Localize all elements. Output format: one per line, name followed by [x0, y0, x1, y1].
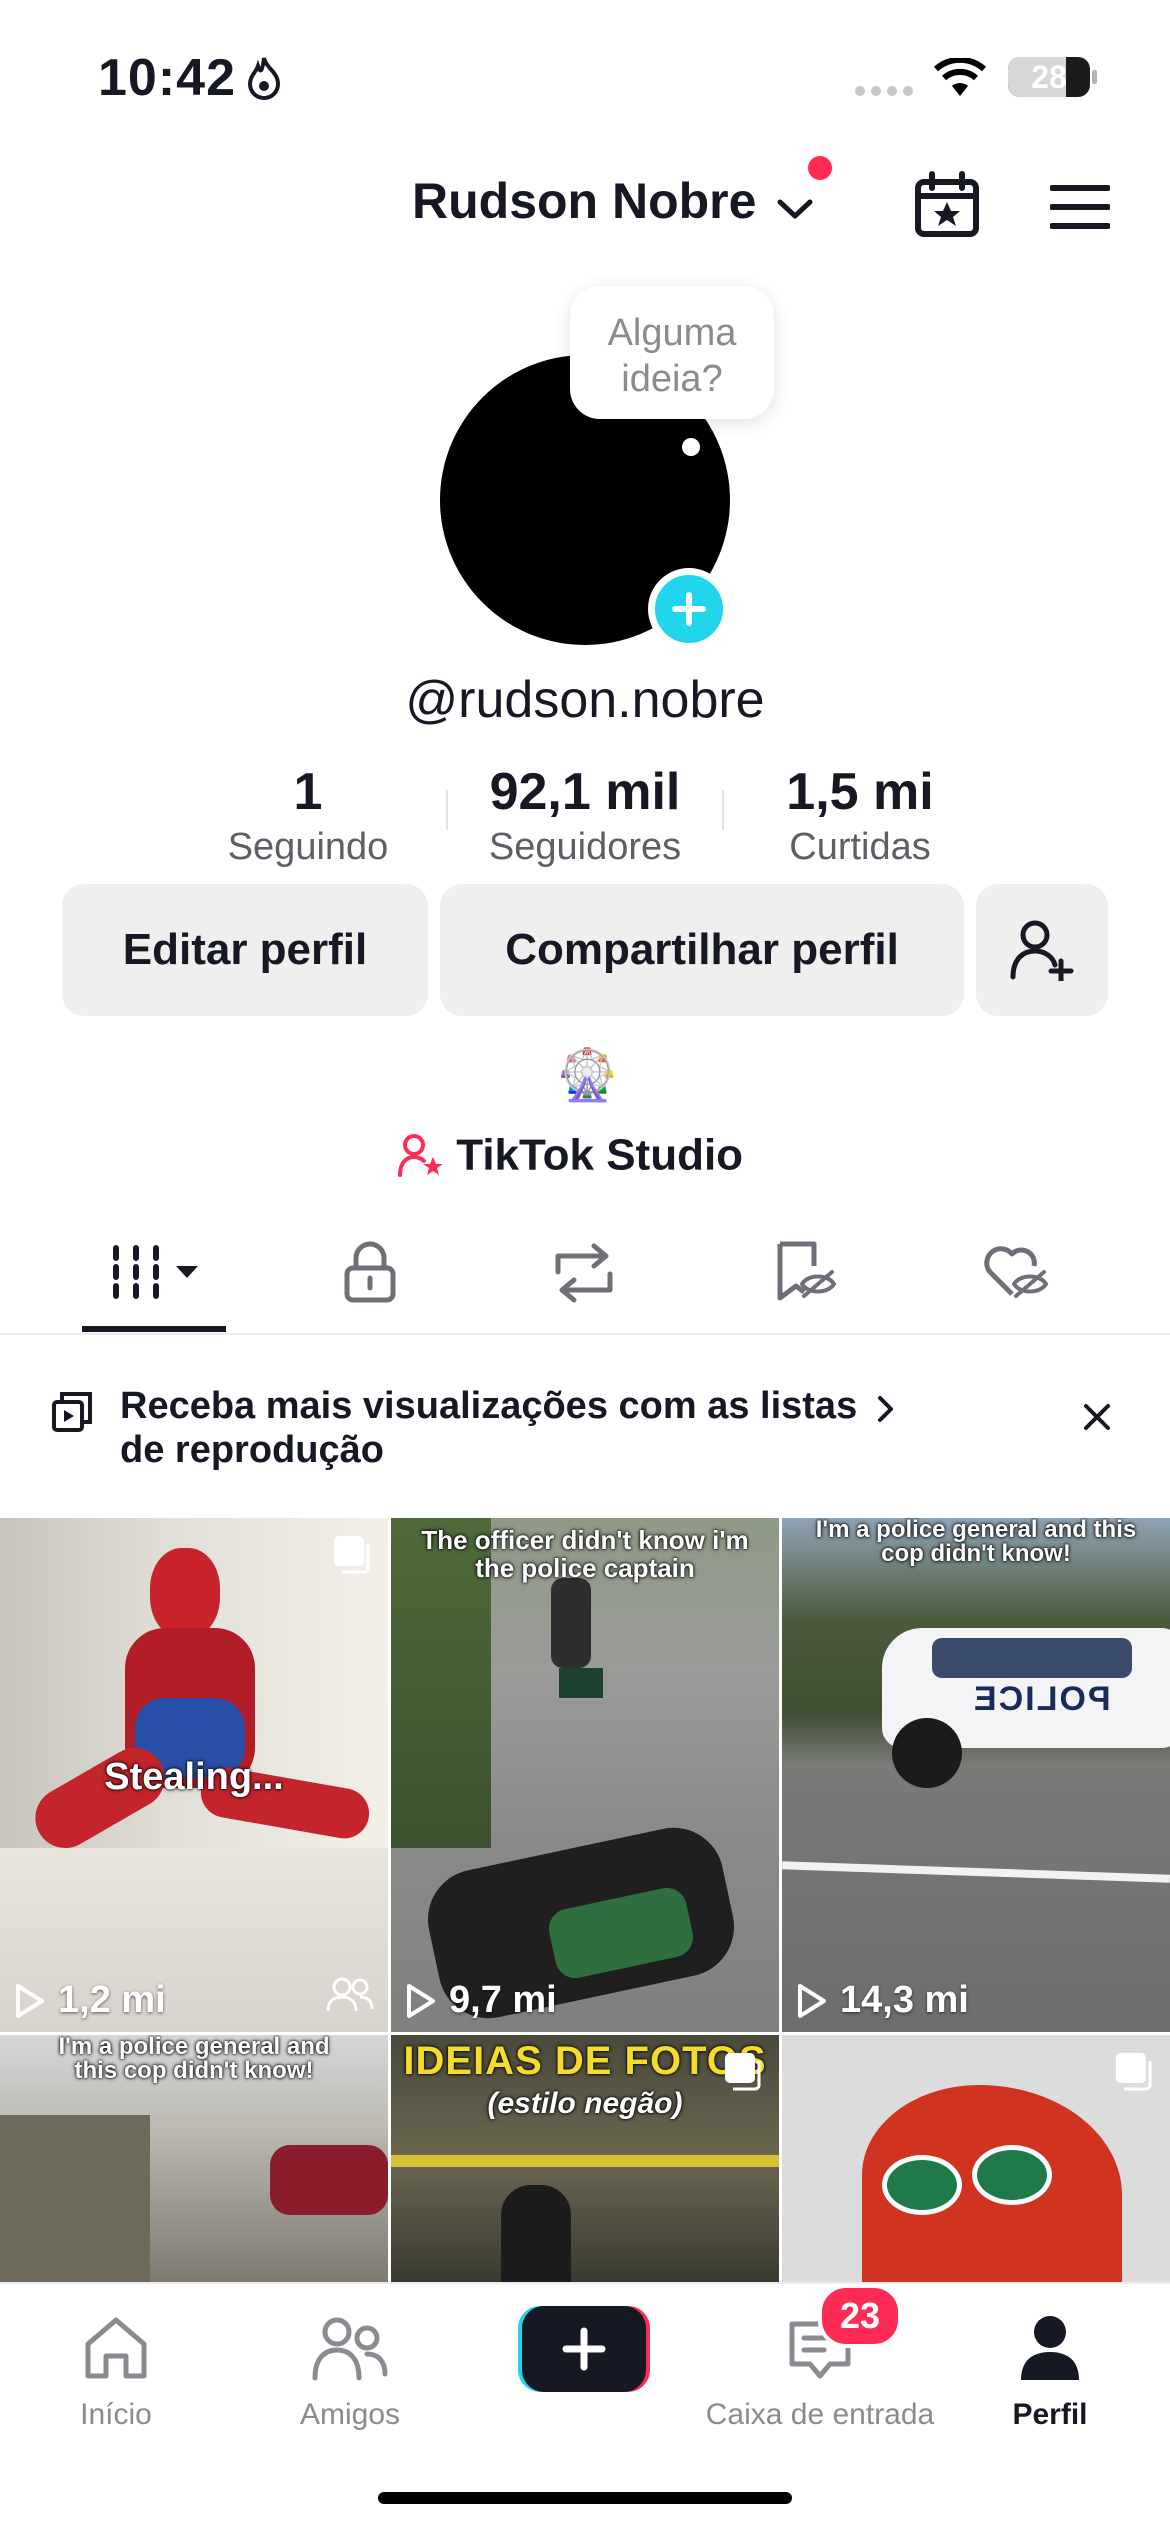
video-tile[interactable] [782, 2035, 1170, 2282]
plus-icon [562, 2327, 606, 2371]
video-caption: The officer didn't know i'm the police c… [421, 1525, 749, 1583]
multi-photo-icon [723, 2051, 763, 2096]
bubble-tail-dot [682, 438, 700, 456]
close-icon [1084, 1404, 1110, 1430]
stat-divider [722, 790, 724, 830]
battery-icon: 28 [1008, 57, 1090, 97]
inbox-badge: 23 [818, 2284, 902, 2348]
followers-count[interactable]: 92,1 mil [455, 762, 715, 822]
close-banner-button[interactable] [1080, 1400, 1114, 1439]
tab-divider [0, 1333, 1170, 1335]
active-tab-indicator [82, 1326, 226, 1332]
video-tile[interactable]: The officer didn't know i'm the police c… [391, 1518, 779, 2032]
nav-friends[interactable]: Amigos [280, 2302, 420, 2442]
playlist-icon [50, 1390, 94, 1439]
battery-tip [1092, 70, 1097, 84]
play-icon [798, 1983, 826, 2018]
playlist-banner[interactable]: Receba mais visualizações com as listas … [120, 1384, 900, 1472]
friends-icon [312, 2317, 388, 2381]
play-icon [407, 1983, 435, 2018]
view-count: 1,2 mi [14, 1979, 166, 2022]
playlist-banner-text: Receba mais visualizações com as listas … [120, 1385, 858, 1471]
liked-hidden-icon [984, 1246, 1049, 1298]
friends-only-icon [326, 1975, 374, 2018]
share-profile-button[interactable]: Compartilhar perfil [440, 884, 964, 1016]
account-switcher[interactable]: Rudson Nobre [412, 172, 814, 234]
multi-photo-icon [1114, 2051, 1154, 2096]
lock-icon [344, 1241, 396, 1303]
tab-saved[interactable] [774, 1240, 838, 1309]
signal-icon [854, 84, 914, 102]
video-tile[interactable]: Stealing... 1,2 mi [0, 1518, 388, 2032]
play-icon [16, 1983, 44, 2018]
view-count: 14,3 mi [796, 1979, 969, 2022]
create-button[interactable] [518, 2306, 650, 2392]
view-count: 9,7 mi [405, 1979, 557, 2022]
saved-hidden-icon [777, 1241, 837, 1301]
tiktok-studio-label: TikTok Studio [456, 1130, 744, 1180]
plus-icon [672, 592, 706, 626]
status-time: 10:42 [98, 49, 236, 107]
video-tile[interactable]: IDEIAS DE FOTOS (estilo negão) [391, 2035, 779, 2282]
multi-photo-icon [332, 1534, 372, 1579]
video-subcaption: (estilo negão) [487, 2087, 683, 2120]
tab-liked[interactable] [982, 1242, 1050, 1307]
add-friend-button[interactable] [976, 884, 1108, 1016]
nav-profile[interactable]: Perfil [990, 2302, 1110, 2442]
videos-grid-icon [113, 1245, 198, 1299]
flame-icon [244, 54, 284, 105]
profile-icon [1021, 2316, 1079, 2380]
edit-profile-button[interactable]: Editar perfil [62, 884, 428, 1016]
following-label[interactable]: Seguindo [178, 826, 438, 869]
note-bubble-text: Alguma ideia? [607, 312, 737, 400]
bio-emoji: 🎡 [556, 1047, 619, 1103]
user-star-icon [398, 1134, 443, 1178]
tab-reposts[interactable] [552, 1242, 616, 1309]
note-bubble[interactable]: Alguma ideia? [570, 286, 774, 419]
stat-divider [446, 790, 448, 830]
video-tile[interactable]: POLICE I'm a police general and this cop… [782, 1518, 1170, 2032]
home-icon [85, 2317, 147, 2379]
nav-home[interactable]: Início [56, 2302, 176, 2442]
home-indicator [378, 2492, 792, 2504]
tiktok-studio-link[interactable]: TikTok Studio [398, 1128, 744, 1180]
add-avatar-button[interactable] [648, 568, 730, 650]
likes-label[interactable]: Curtidas [730, 826, 990, 869]
video-caption: Stealing... [104, 1756, 284, 1798]
video-caption: I'm a police general and this cop didn't… [58, 2035, 330, 2084]
tab-private[interactable] [342, 1240, 398, 1309]
video-caption: IDEIAS DE FOTOS [403, 2039, 767, 2083]
video-tile[interactable]: I'm a police general and this cop didn't… [0, 2035, 388, 2282]
following-count[interactable]: 1 [178, 762, 438, 822]
repost-icon [555, 1243, 613, 1303]
chevron-down-icon [776, 176, 814, 234]
followers-label[interactable]: Seguidores [455, 826, 715, 869]
profile-name: Rudson Nobre [412, 173, 757, 229]
chevron-right-icon[interactable] [876, 1394, 896, 1429]
spiderman-figure [150, 1548, 220, 1638]
video-caption: I'm a police general and this cop didn't… [815, 1518, 1137, 1567]
wifi-icon [934, 56, 986, 103]
username: @rudson.nobre [405, 671, 765, 729]
tab-videos[interactable] [110, 1244, 202, 1305]
calendar-star-icon[interactable] [912, 170, 982, 245]
add-user-icon [1010, 920, 1074, 981]
menu-icon[interactable] [1049, 184, 1111, 235]
police-car-text: POLICE [972, 1680, 1111, 1718]
notification-dot [808, 156, 832, 180]
likes-count[interactable]: 1,5 mi [730, 762, 990, 822]
